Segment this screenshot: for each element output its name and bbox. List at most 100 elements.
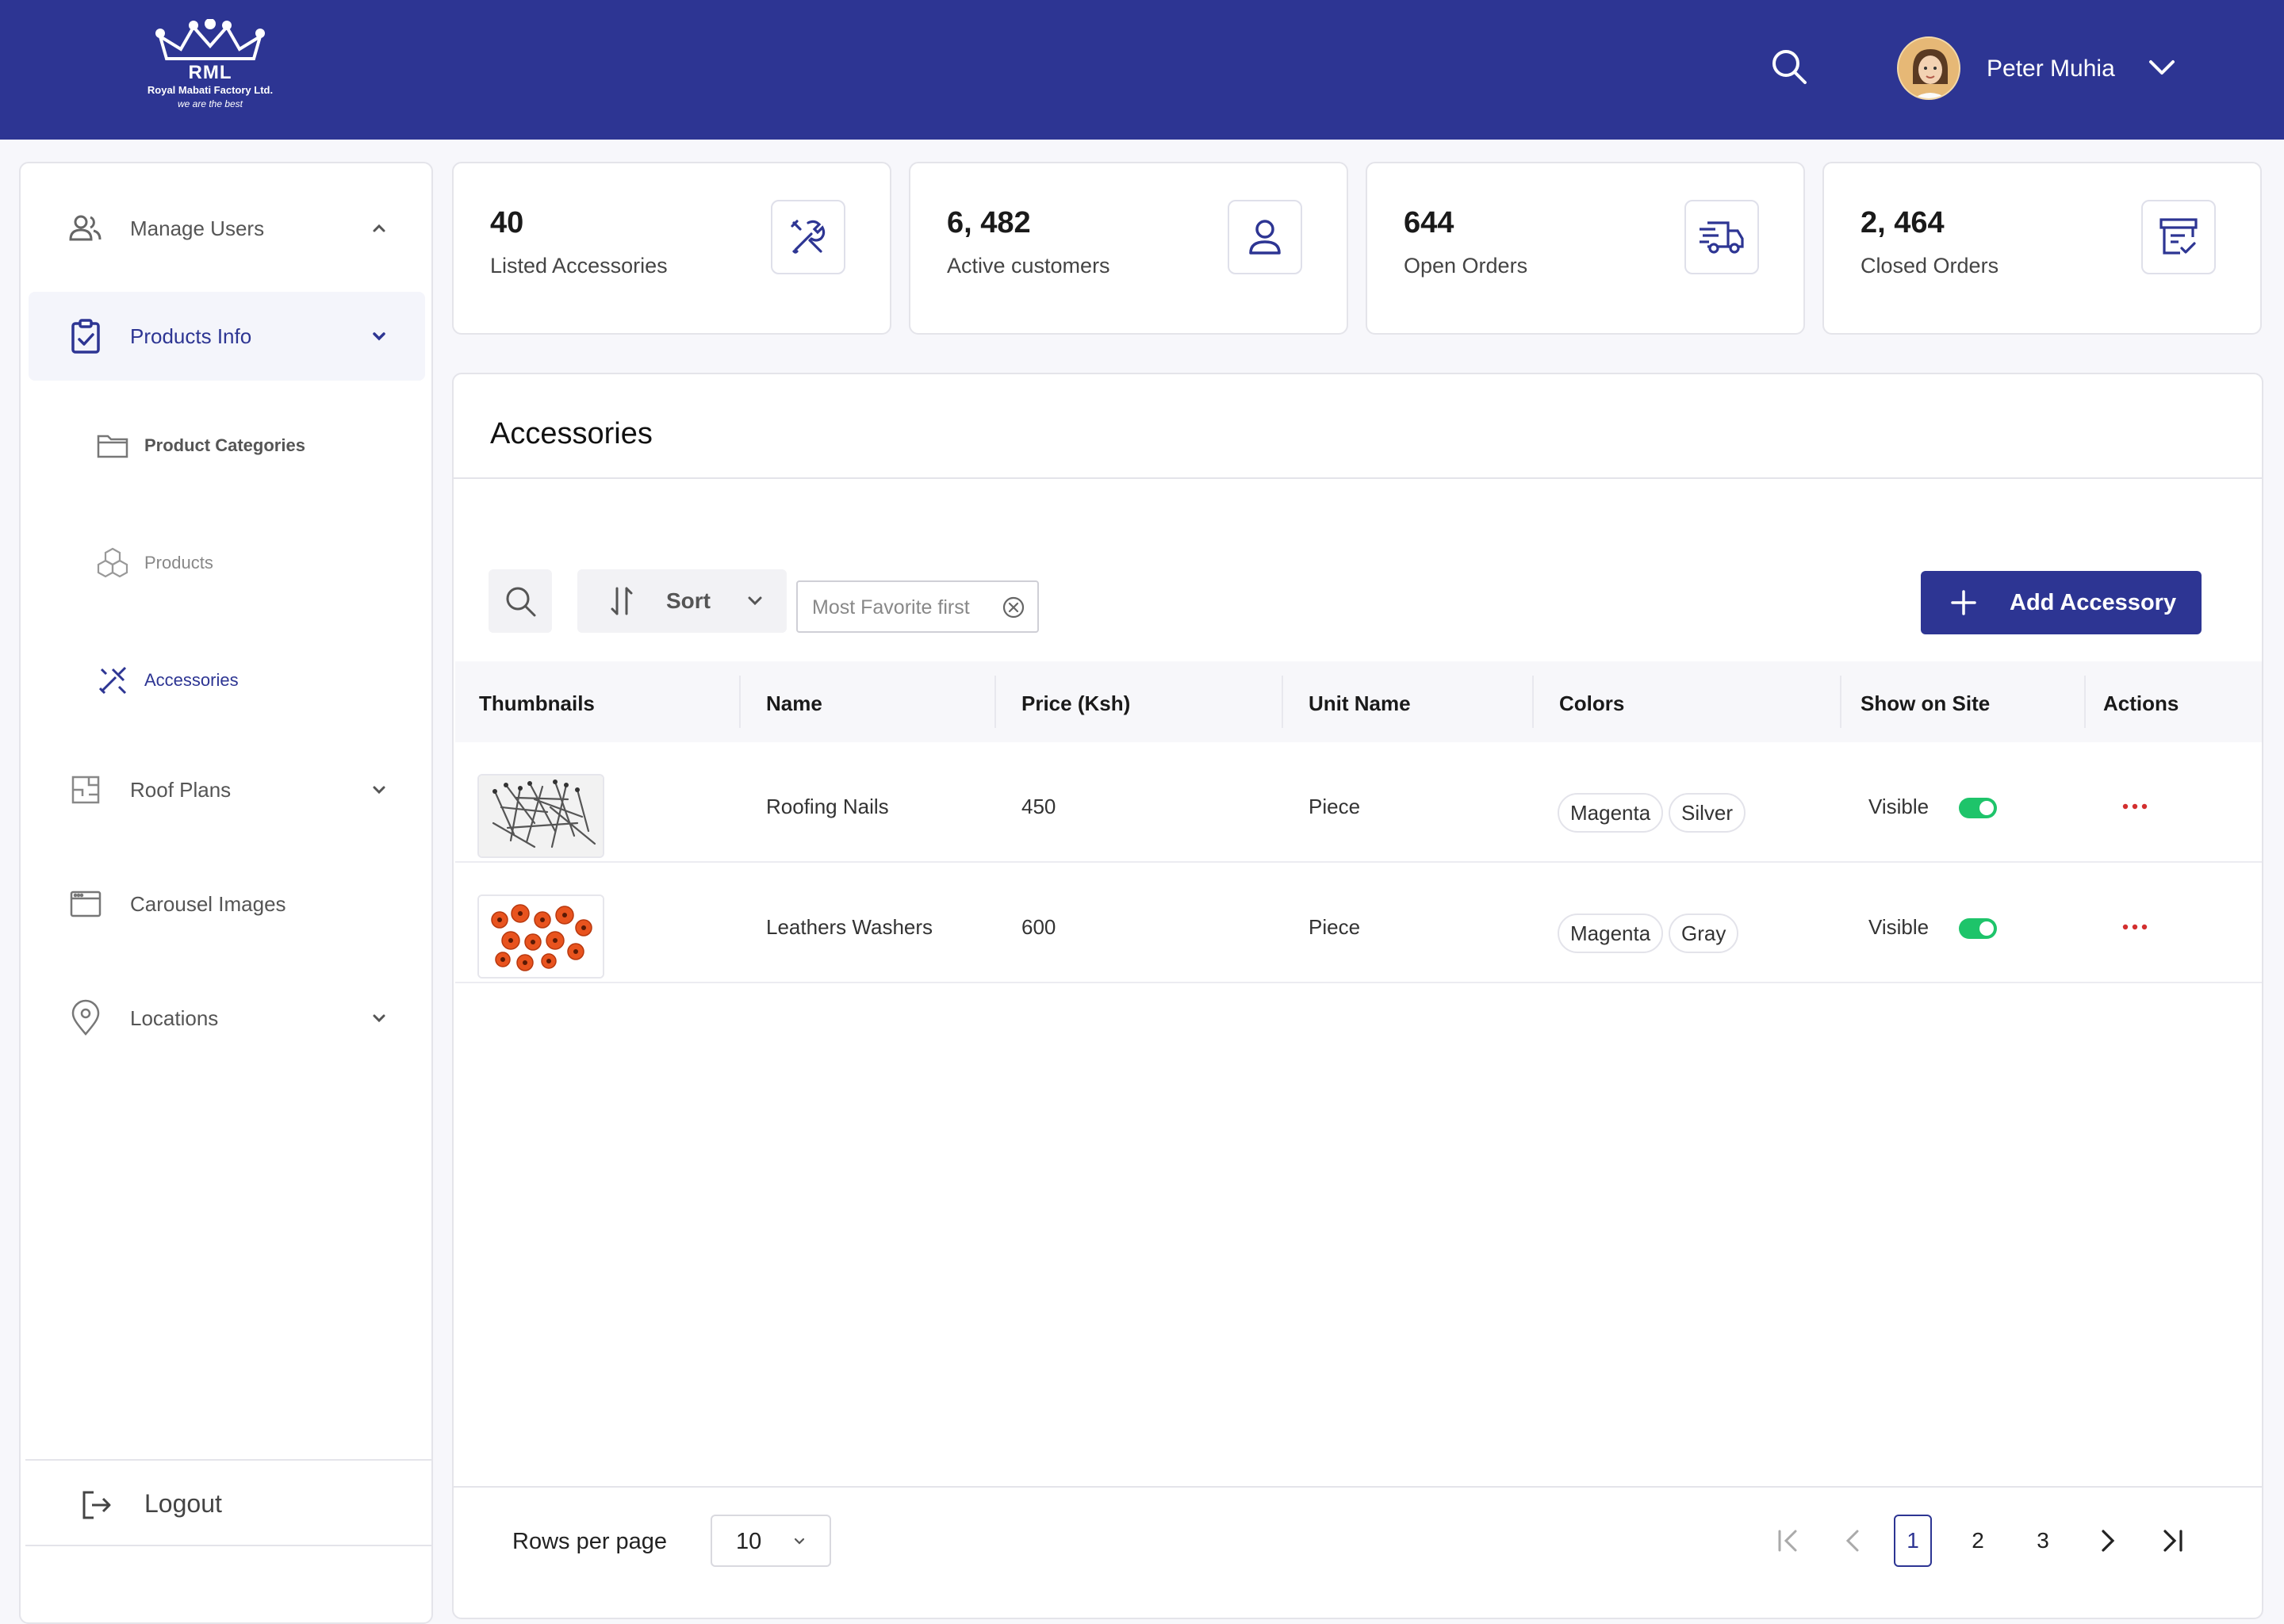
sidebar-item-label: Locations (130, 1005, 219, 1030)
column-header-name[interactable]: Name (766, 691, 822, 716)
stat-label: Open Orders (1404, 254, 1528, 278)
page-button[interactable]: 3 (2024, 1515, 2062, 1567)
divider (454, 1486, 2262, 1488)
add-accessory-button[interactable]: Add Accessory (1921, 571, 2202, 634)
more-actions-icon[interactable] (2119, 915, 2151, 939)
clear-filter-icon[interactable] (1001, 595, 1026, 620)
folder-icon (95, 428, 130, 463)
sidebar-item-carousel-images[interactable]: Carousel Images (29, 860, 425, 948)
sort-arrows-icon (606, 585, 638, 617)
rows-per-page-select[interactable]: 10 (711, 1515, 831, 1567)
sidebar-item-product-categories[interactable]: Product Categories (29, 406, 425, 485)
chevron-up-icon[interactable] (368, 217, 390, 239)
delivery-truck-icon (1684, 200, 1759, 274)
column-separator (1282, 676, 1283, 728)
logo-text: RML (188, 62, 232, 83)
visibility-label: Visible (1868, 915, 1930, 939)
add-accessory-label: Add Accessory (2010, 590, 2177, 615)
stat-label: Listed Accessories (490, 254, 668, 278)
more-actions-icon[interactable] (2119, 795, 2151, 818)
accessories-panel: Accessories Sort Most Favorite first Add… (452, 373, 2263, 1619)
first-page-icon (1772, 1525, 1803, 1557)
chevron-down-icon[interactable] (368, 779, 390, 801)
company-tagline: we are the best (177, 98, 243, 109)
logout-button[interactable]: Logout (25, 1459, 433, 1546)
column-header-price[interactable]: Price (Ksh) (1021, 691, 1130, 716)
sidebar-item-products-info[interactable]: Products Info (29, 292, 425, 381)
logout-icon (78, 1486, 116, 1524)
company-logo[interactable]: RML Royal Mabati Factory Ltd. we are the… (143, 19, 278, 117)
logout-label: Logout (144, 1489, 222, 1518)
stat-card-active-customers: 6, 482 Active customers (909, 162, 1348, 335)
color-tag: Magenta (1558, 793, 1664, 833)
cell-name: Leathers Washers (766, 915, 933, 939)
sidebar-item-label: Products (144, 553, 213, 573)
browser-window-icon (67, 885, 105, 923)
column-separator (2084, 676, 2086, 728)
accessory-thumbnail[interactable] (477, 894, 604, 979)
show-on-site-toggle[interactable] (1959, 918, 1997, 939)
boxes-icon (95, 546, 130, 580)
last-page-button[interactable] (2154, 1515, 2192, 1567)
stat-card-open-orders: 644 Open Orders (1366, 162, 1805, 335)
previous-page-button[interactable] (1834, 1515, 1872, 1567)
column-header-actions: Actions (2103, 691, 2179, 715)
filter-chip-label: Most Favorite first (812, 596, 970, 619)
active-filter-chip[interactable]: Most Favorite first (796, 580, 1039, 633)
accessory-thumbnail[interactable] (477, 774, 604, 858)
sidebar-item-label: Products Info (130, 324, 252, 348)
stat-label: Active customers (947, 254, 1110, 278)
chevron-down-icon[interactable] (368, 1007, 390, 1029)
chevron-left-icon (1837, 1525, 1868, 1557)
cell-unit: Piece (1309, 795, 1361, 818)
table-search-button[interactable] (489, 569, 552, 633)
sort-dropdown[interactable]: Sort (577, 569, 787, 633)
page-title: Accessories (490, 417, 653, 450)
page-button-current[interactable]: 1 (1894, 1515, 1932, 1567)
sidebar-item-label: Carousel Images (130, 891, 286, 916)
show-on-site-toggle[interactable] (1959, 798, 1997, 818)
search-icon (503, 584, 538, 619)
chevron-down-icon (744, 590, 766, 612)
table-header: Thumbnails Name Price (Ksh) Unit Name Co… (455, 661, 2262, 742)
stat-value: 40 (490, 206, 524, 239)
table-row[interactable]: Roofing Nails 450 Piece Magenta Silver V… (455, 742, 2262, 863)
avatar[interactable] (1897, 36, 1960, 100)
rows-per-page-label: Rows per page (512, 1529, 668, 1554)
next-page-button[interactable] (2089, 1515, 2127, 1567)
top-header: RML Royal Mabati Factory Ltd. we are the… (0, 0, 2284, 140)
map-pin-icon (67, 999, 105, 1037)
cell-price: 600 (1021, 915, 1056, 939)
stat-label: Closed Orders (1861, 254, 1999, 278)
sidebar-item-manage-users[interactable]: Manage Users (29, 184, 425, 273)
company-name: Royal Mabati Factory Ltd. (147, 84, 274, 96)
first-page-button[interactable] (1769, 1515, 1807, 1567)
sidebar-item-locations[interactable]: Locations (29, 974, 425, 1063)
user-name[interactable]: Peter Muhia (1987, 56, 2115, 82)
sidebar-item-label: Product Categories (144, 435, 305, 455)
column-header-colors[interactable]: Colors (1559, 691, 1624, 716)
crown-icon (155, 19, 265, 60)
floor-plan-icon (67, 771, 105, 809)
sidebar-item-accessories[interactable]: Accessories (29, 641, 425, 720)
table-row[interactable]: Leathers Washers 600 Piece Magenta Gray … (455, 863, 2262, 983)
chevron-down-icon[interactable] (2146, 56, 2178, 81)
stat-card-listed-accessories: 40 Listed Accessories (452, 162, 891, 335)
column-header-show-on-site[interactable]: Show on Site (1861, 691, 1990, 716)
column-header-thumbnails[interactable]: Thumbnails (479, 691, 595, 716)
divider (454, 477, 2262, 479)
stat-card-closed-orders: 2, 464 Closed Orders (1822, 162, 2262, 335)
color-tag: Silver (1669, 793, 1746, 833)
last-page-icon (2157, 1525, 2189, 1557)
user-icon (1228, 200, 1302, 274)
cell-name: Roofing Nails (766, 795, 889, 818)
page-button[interactable]: 2 (1959, 1515, 1997, 1567)
sidebar-item-roof-plans[interactable]: Roof Plans (29, 745, 425, 834)
color-tag: Gray (1669, 914, 1739, 953)
column-header-unit-name[interactable]: Unit Name (1309, 691, 1411, 716)
chevron-down-icon[interactable] (368, 325, 390, 347)
sidebar-item-products[interactable]: Products (29, 523, 425, 603)
search-icon[interactable] (1770, 48, 1808, 86)
sidebar-item-label: Manage Users (130, 216, 265, 240)
sidebar: Manage Users Products Info Product Categ… (19, 162, 433, 1624)
